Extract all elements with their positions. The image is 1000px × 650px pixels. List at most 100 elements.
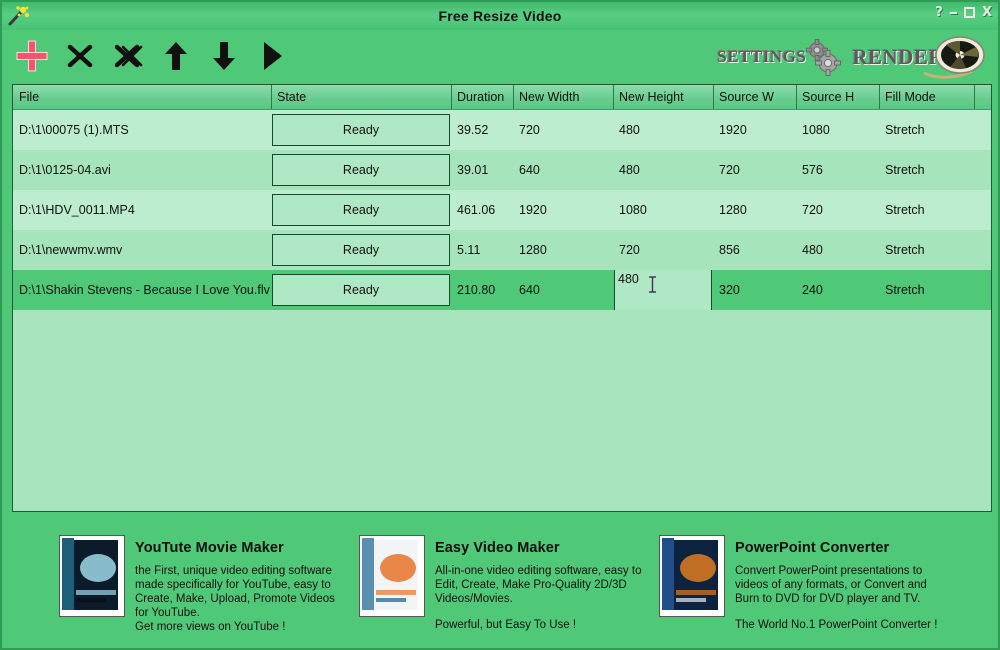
cell-file: D:\1\Shakin Stevens - Because I Love You…	[19, 283, 270, 297]
move-down-button[interactable]	[204, 34, 244, 78]
grid-header-source_h[interactable]: Source H	[796, 85, 879, 109]
new-height-input[interactable]: 480	[614, 270, 712, 310]
cell-source_w: 856	[719, 243, 740, 257]
cell-source_w: 1920	[719, 123, 747, 137]
state-button[interactable]: Ready	[272, 194, 450, 226]
cell-state: Ready	[271, 190, 451, 230]
cell-state: Ready	[271, 150, 451, 190]
promo-text-line: Get more views on YouTube !	[135, 621, 286, 633]
cell-state: Ready	[271, 270, 451, 310]
cell-source_h: 240	[802, 283, 823, 297]
promo-text-line: Videos/Movies.	[435, 593, 513, 605]
settings-label: SETTINGS	[717, 47, 807, 66]
promo-text-line: The World No.1 PowerPoint Converter !	[735, 619, 938, 631]
promo-easy-video-maker[interactable]: Easy Video Maker All-in-one video editing…	[354, 518, 654, 632]
film-reel-icon	[923, 36, 985, 79]
file-list-grid[interactable]: File State Duration New Width New Height Sour…	[12, 84, 992, 512]
cell-source_w: 320	[719, 283, 740, 297]
state-button[interactable]: Ready	[272, 274, 450, 306]
cell-fill_mode: Stretch	[885, 123, 925, 137]
promo-banner-strip: YouTute Movie Maker the First, unique vid…	[4, 518, 998, 648]
toolbar-right-group: SETTINGS RENDER	[717, 32, 986, 82]
cell-source_h: 1080	[802, 123, 830, 137]
table-row[interactable]: D:\1\00075 (1).MTS Ready 39.52 720 480 1920 10…	[13, 110, 991, 150]
promo-title: Easy Video Maker	[435, 540, 560, 556]
cell-fill_mode: Stretch	[885, 163, 925, 177]
table-row[interactable]: D:\1\0125-04.avi Ready 39.01 640 480 720 576 St…	[13, 150, 991, 190]
table-row[interactable]: D:\1\Shakin Stevens - Because I Love You…	[13, 270, 991, 310]
promo-text-line: the First, unique video editing software	[135, 565, 332, 577]
grid-header-state[interactable]: State	[271, 85, 451, 109]
cell-state: Ready	[271, 230, 451, 270]
cell-extra	[974, 190, 991, 230]
table-row[interactable]: D:\1\newwmv.wmv Ready 5.11 1280 720 856 480 Str…	[13, 230, 991, 270]
magic-wand-icon	[6, 4, 32, 28]
cell-duration: 39.01	[457, 163, 489, 177]
state-button[interactable]: Ready	[272, 154, 450, 186]
title-bar: Free Resize Video ? ━ X	[2, 2, 998, 30]
cell-duration: 39.52	[457, 123, 489, 137]
text-cursor-icon	[648, 276, 657, 293]
cell-source_w: 720	[719, 163, 740, 177]
grid-header-new_width[interactable]: New Width	[513, 85, 613, 109]
grid-header-file[interactable]: File	[13, 85, 271, 109]
remove-file-button[interactable]	[60, 34, 100, 78]
grid-header-new_height[interactable]: New Height	[613, 85, 713, 109]
cell-extra	[974, 230, 991, 270]
product-box-icon	[659, 535, 725, 617]
cell-new_height: 480	[613, 270, 713, 310]
state-button[interactable]: Ready	[272, 234, 450, 266]
cell-file: D:\1\00075 (1).MTS	[19, 123, 129, 137]
close-icon[interactable]: X	[982, 6, 992, 19]
cell-new_width: 640	[519, 283, 540, 297]
grid-header-duration[interactable]: Duration	[451, 85, 513, 109]
promo-powerpoint-converter[interactable]: PowerPoint Converter Convert PowerPoint p…	[654, 518, 998, 632]
cell-duration: 210.80	[457, 283, 496, 297]
grid-header-row: File State Duration New Width New Height Sour…	[13, 85, 991, 110]
promo-youtube-movie-maker[interactable]: YouTute Movie Maker the First, unique vid…	[4, 518, 354, 634]
promo-text-line: videos of any formats, or Convert and	[735, 579, 927, 591]
cell-source_h: 576	[802, 163, 823, 177]
cell-source_w: 1280	[719, 203, 747, 217]
cell-new_height: 480	[619, 123, 640, 137]
grid-header-source_w[interactable]: Source W	[713, 85, 796, 109]
cell-duration: 5.11	[457, 243, 481, 257]
window-controls: ? ━ X	[935, 6, 992, 19]
promo-title: YouTute Movie Maker	[135, 540, 284, 556]
grid-header-extra[interactable]	[974, 85, 991, 109]
promo-title: PowerPoint Converter	[735, 540, 890, 556]
move-up-button[interactable]	[156, 34, 196, 78]
promo-text-line: for YouTube.	[135, 607, 200, 619]
cell-new_width: 1920	[519, 203, 547, 217]
play-preview-button[interactable]	[252, 34, 292, 78]
settings-button[interactable]: SETTINGS	[717, 37, 842, 77]
product-box-icon	[59, 535, 125, 617]
promo-text-line: Convert PowerPoint presentations to	[735, 565, 923, 577]
cell-new_width: 640	[519, 163, 540, 177]
remove-all-files-button[interactable]	[108, 34, 148, 78]
add-file-button[interactable]	[12, 34, 52, 78]
table-row[interactable]: D:\1\HDV_0011.MP4 Ready 461.06 1920 1080 1280…	[13, 190, 991, 230]
app-window: Free Resize Video ? ━ X SETTINGS RENDER …	[0, 0, 1000, 650]
cell-file: D:\1\newwmv.wmv	[19, 243, 123, 257]
promo-text-line: made specifically for YouTube, easy to	[135, 579, 331, 591]
cell-source_h: 720	[802, 203, 823, 217]
promo-text-line: Powerful, but Easy To Use !	[435, 619, 577, 631]
help-icon[interactable]: ?	[935, 6, 943, 19]
render-button[interactable]: RENDER	[852, 33, 986, 81]
cell-extra	[974, 270, 991, 310]
cell-new_height: 1080	[619, 203, 647, 217]
cell-new_height: 720	[619, 243, 640, 257]
maximize-icon[interactable]	[963, 7, 975, 18]
promo-text-line: Burn to DVD for DVD player and TV.	[735, 593, 921, 605]
minimize-icon[interactable]: ━	[950, 7, 957, 19]
cell-fill_mode: Stretch	[885, 283, 925, 297]
cell-file: D:\1\HDV_0011.MP4	[19, 203, 135, 217]
cell-duration: 461.06	[457, 203, 496, 217]
cell-extra	[974, 150, 991, 190]
grid-body: D:\1\00075 (1).MTS Ready 39.52 720 480 1920 10…	[13, 110, 991, 310]
grid-header-fill_mode[interactable]: Fill Mode	[879, 85, 974, 109]
state-button[interactable]: Ready	[272, 114, 450, 146]
cell-file: D:\1\0125-04.avi	[19, 163, 111, 177]
cell-fill_mode: Stretch	[885, 243, 925, 257]
